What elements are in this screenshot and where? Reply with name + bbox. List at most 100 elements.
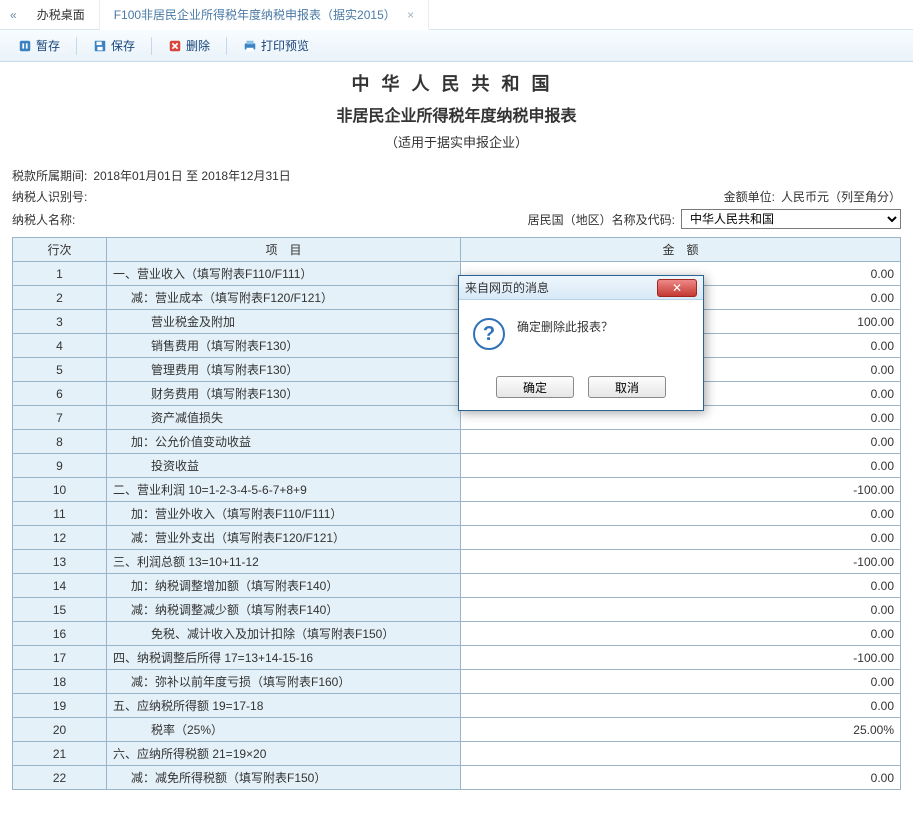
row-project: 投资收益 (107, 454, 461, 478)
row-amount[interactable]: 0.00 (461, 454, 901, 478)
row-project: 二、营业利润 10=1-2-3-4-5-6-7+8+9 (107, 478, 461, 502)
pause-icon (18, 39, 32, 53)
table-row: 12减：营业外支出（填写附表F120/F121）0.00 (13, 526, 901, 550)
print-label: 打印预览 (261, 37, 309, 54)
close-icon[interactable]: × (407, 8, 414, 22)
table-header-row: 行次 项 目 金 额 (13, 238, 901, 262)
period-label: 税款所属期间: (12, 167, 87, 184)
row-amount[interactable]: 0.00 (461, 670, 901, 694)
save-label: 保存 (111, 37, 135, 54)
row-project: 免税、减计收入及加计扣除（填写附表F150） (107, 622, 461, 646)
taxpayer-name-label: 纳税人名称: (12, 211, 75, 228)
row-project: 三、利润总额 13=10+11-12 (107, 550, 461, 574)
row-amount[interactable]: 0.00 (461, 694, 901, 718)
row-amount[interactable]: 0.00 (461, 766, 901, 790)
table-row: 10二、营业利润 10=1-2-3-4-5-6-7+8+9-100.00 (13, 478, 901, 502)
dialog-message: 确定删除此报表？ (517, 318, 613, 335)
delete-button[interactable]: 删除 (160, 35, 218, 56)
tab-f100[interactable]: F100非居民企业所得税年度纳税申报表（据实2015） × (100, 0, 429, 30)
row-project: 加：公允价值变动收益 (107, 430, 461, 454)
row-number: 21 (13, 742, 107, 766)
table-row: 15减：纳税调整减少额（填写附表F140）0.00 (13, 598, 901, 622)
country-label: 居民国（地区）名称及代码: (528, 211, 675, 228)
row-number: 16 (13, 622, 107, 646)
row-amount[interactable]: 0.00 (461, 574, 901, 598)
col-proj: 项 目 (107, 238, 461, 262)
row-number: 7 (13, 406, 107, 430)
table-row: 4销售费用（填写附表F130）0.00 (13, 334, 901, 358)
tabs-bar: « 办税桌面 F100非居民企业所得税年度纳税申报表（据实2015） × (0, 0, 913, 30)
row-number: 1 (13, 262, 107, 286)
row-number: 13 (13, 550, 107, 574)
row-number: 20 (13, 718, 107, 742)
table-row: 17四、纳税调整后所得 17=13+14-15-16-100.00 (13, 646, 901, 670)
table-row: 11加：营业外收入（填写附表F110/F111）0.00 (13, 502, 901, 526)
row-amount[interactable] (461, 742, 901, 766)
row-number: 22 (13, 766, 107, 790)
row-project: 减：减免所得税额（填写附表F150） (107, 766, 461, 790)
question-icon: ? (473, 318, 505, 350)
row-amount[interactable]: 0.00 (461, 430, 901, 454)
row-amount[interactable]: 0.00 (461, 598, 901, 622)
content-area: 中华人民共和国 非居民企业所得税年度纳税申报表 （适用于据实申报企业） 税款所属… (0, 62, 913, 820)
amount-unit-value: 人民币元（列至角分） (781, 188, 901, 205)
row-amount[interactable]: -100.00 (461, 646, 901, 670)
dialog-close-button[interactable]: ✕ (657, 279, 697, 297)
country-select[interactable]: 中华人民共和国 (681, 209, 901, 229)
row-project: 六、应纳所得税额 21=19×20 (107, 742, 461, 766)
table-row: 6财务费用（填写附表F130）0.00 (13, 382, 901, 406)
row-amount[interactable]: -100.00 (461, 478, 901, 502)
row-amount[interactable]: 0.00 (461, 502, 901, 526)
row-number: 12 (13, 526, 107, 550)
row-amount[interactable]: -100.00 (461, 550, 901, 574)
row-number: 10 (13, 478, 107, 502)
row-project: 税率（25%） (107, 718, 461, 742)
tab-desktop[interactable]: 办税桌面 (23, 0, 100, 30)
print-preview-button[interactable]: 打印预览 (235, 35, 317, 56)
row-project: 一、营业收入（填写附表F110/F111） (107, 262, 461, 286)
row-number: 3 (13, 310, 107, 334)
period-value: 2018年01月01日 至 2018年12月31日 (93, 167, 290, 184)
pause-button[interactable]: 暂存 (10, 35, 68, 56)
row-project: 资产减值损失 (107, 406, 461, 430)
row-project: 减：营业成本（填写附表F120/F121） (107, 286, 461, 310)
row-project: 减：弥补以前年度亏损（填写附表F160） (107, 670, 461, 694)
row-project: 四、纳税调整后所得 17=13+14-15-16 (107, 646, 461, 670)
table-row: 13三、利润总额 13=10+11-12-100.00 (13, 550, 901, 574)
table-row: 19五、应纳税所得额 19=17-180.00 (13, 694, 901, 718)
row-project: 营业税金及附加 (107, 310, 461, 334)
subtitle: （适用于据实申报企业） (12, 132, 901, 151)
row-amount[interactable]: 0.00 (461, 526, 901, 550)
row-number: 9 (13, 454, 107, 478)
table-row: 20税率（25%）25.00% (13, 718, 901, 742)
row-number: 5 (13, 358, 107, 382)
row-amount[interactable]: 0.00 (461, 622, 901, 646)
delete-label: 删除 (186, 37, 210, 54)
delete-icon (168, 39, 182, 53)
cancel-button[interactable]: 取消 (588, 376, 666, 398)
row-amount[interactable]: 25.00% (461, 718, 901, 742)
row-project: 加：营业外收入（填写附表F110/F111） (107, 502, 461, 526)
main-table: 行次 项 目 金 额 1一、营业收入（填写附表F110/F111）0.002减：… (12, 237, 901, 790)
tab-label: 办税桌面 (37, 8, 85, 22)
row-number: 19 (13, 694, 107, 718)
amount-unit-label: 金额单位: (724, 188, 775, 205)
meta-block: 税款所属期间: 2018年01月01日 至 2018年12月31日 纳税人识别号… (12, 165, 901, 231)
row-project: 管理费用（填写附表F130） (107, 358, 461, 382)
save-icon (93, 39, 107, 53)
tab-label: F100非居民企业所得税年度纳税申报表（据实2015） (114, 8, 396, 22)
toolbar-separator (76, 37, 77, 55)
form-header: 中华人民共和国 非居民企业所得税年度纳税申报表 （适用于据实申报企业） (12, 68, 901, 161)
save-button[interactable]: 保存 (85, 35, 143, 56)
dialog-title: 来自网页的消息 (465, 279, 549, 296)
row-project: 减：纳税调整减少额（填写附表F140） (107, 598, 461, 622)
row-number: 14 (13, 574, 107, 598)
table-body: 1一、营业收入（填写附表F110/F111） 0.00 2减：营业成本（填写附表F1… (13, 262, 901, 790)
tabs-scroll-left[interactable]: « (4, 8, 23, 22)
row-number: 6 (13, 382, 107, 406)
row-number: 4 (13, 334, 107, 358)
close-icon: ✕ (672, 281, 682, 295)
col-row: 行次 (13, 238, 107, 262)
row-number: 2 (13, 286, 107, 310)
ok-button[interactable]: 确定 (496, 376, 574, 398)
